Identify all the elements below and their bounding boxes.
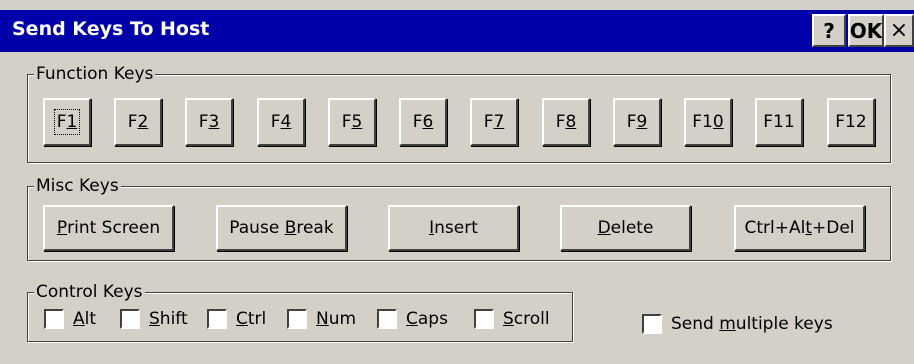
f3-button[interactable]: F3	[185, 98, 233, 146]
f10-button[interactable]: F1 0	[684, 98, 732, 146]
send-keys-dialog: Send Keys To Host ? OK × Function Keys F…	[0, 0, 914, 364]
shift-checkbox[interactable]: Shift	[120, 309, 188, 329]
f6-button[interactable]: F6	[399, 98, 447, 146]
title-bar: Send Keys To Host ? OK ×	[0, 10, 914, 52]
print-screen-button[interactable]: Print Screen	[43, 205, 174, 251]
f4-button[interactable]: F4	[257, 98, 305, 146]
f5-button[interactable]: F5	[328, 98, 376, 146]
f8-button[interactable]: F8	[542, 98, 590, 146]
f11-button[interactable]: F11	[755, 98, 803, 146]
f7-button[interactable]: F7	[470, 98, 518, 146]
ctrl-alt-del-button[interactable]: Ctrl+Al t +Del	[734, 205, 865, 251]
ok-button[interactable]: OK	[848, 14, 884, 47]
alt-checkbox[interactable]: Alt	[44, 309, 96, 329]
shift-checkbox-box[interactable]	[120, 309, 140, 329]
caps-checkbox[interactable]: Caps	[377, 309, 448, 329]
send-multiple-keys-checkbox[interactable]: Send m ultiple keys	[642, 314, 833, 334]
num-checkbox[interactable]: Num	[287, 309, 356, 329]
scroll-checkbox-box[interactable]	[474, 309, 494, 329]
f9-button[interactable]: F9	[613, 98, 661, 146]
help-button[interactable]: ?	[812, 14, 846, 47]
window-title: Send Keys To Host	[12, 18, 210, 40]
ctrl-checkbox-box[interactable]	[207, 309, 227, 329]
misc-keys-legend: Misc Keys	[34, 175, 121, 197]
f2-button[interactable]: F2	[114, 98, 162, 146]
alt-checkbox-box[interactable]	[44, 309, 64, 329]
ctrl-checkbox[interactable]: Ctrl	[207, 309, 266, 329]
insert-button[interactable]: Insert	[388, 205, 519, 251]
delete-button[interactable]: Delete	[560, 205, 691, 251]
f1-button[interactable]: F1	[43, 98, 91, 146]
function-keys-legend: Function Keys	[34, 63, 156, 85]
num-checkbox-box[interactable]	[287, 309, 307, 329]
pause-break-button[interactable]: Pause Break	[216, 205, 347, 251]
control-keys-legend: Control Keys	[34, 281, 145, 303]
scroll-checkbox[interactable]: Scroll	[474, 309, 550, 329]
close-button[interactable]: ×	[884, 14, 914, 47]
caps-checkbox-box[interactable]	[377, 309, 397, 329]
f12-button[interactable]: F12	[827, 98, 875, 146]
send-multiple-keys-checkbox-box[interactable]	[642, 314, 662, 334]
